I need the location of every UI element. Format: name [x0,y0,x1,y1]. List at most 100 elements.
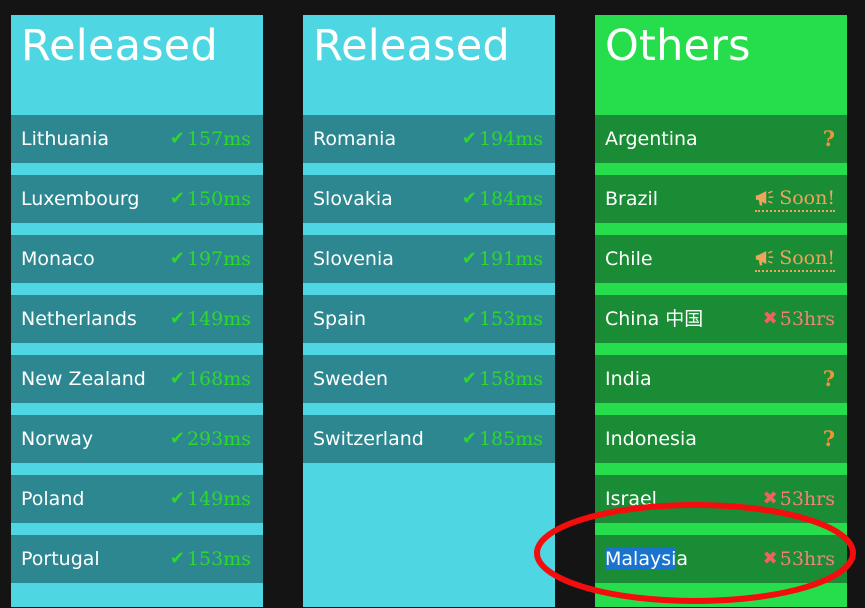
status-value: 168ms [186,368,251,390]
row-status: ✔ 158ms [462,368,543,390]
check-icon: ✔ [461,188,477,209]
row-country-name: Chile [605,248,653,270]
row-country-name: Argentina [605,128,698,150]
status-value: 153ms [478,308,543,330]
cross-icon: ✖ [762,308,778,329]
table-row[interactable]: Switzerland ✔ 185ms [303,415,555,463]
column-header: Released [11,15,263,115]
row-country-name: Romania [313,128,397,150]
status-value: 149ms [186,308,251,330]
status-value: 184ms [478,188,543,210]
table-row[interactable]: Malaysia ✖ 53hrs [595,535,847,583]
table-row[interactable]: Norway ✔ 293ms [11,415,263,463]
row-status: ? [823,128,835,150]
check-icon: ✔ [169,188,185,209]
table-row[interactable]: Poland ✔ 149ms [11,475,263,523]
table-row[interactable]: Lithuania ✔ 157ms [11,115,263,163]
row-country-name: Slovakia [313,188,393,210]
check-icon: ✔ [461,428,477,449]
table-row[interactable]: Netherlands ✔ 149ms [11,295,263,343]
coming-soon-badge[interactable]: Soon! [755,247,835,272]
row-country-name: Israel [605,488,657,510]
row-status: Soon! [755,247,835,272]
row-country-name: Slovenia [313,248,394,270]
check-icon: ✔ [169,428,185,449]
question-mark-icon: ? [822,426,835,451]
row-status: ✔ 153ms [170,548,251,570]
column-row-list: Lithuania ✔ 157ms Luxembourg ✔ 150ms Monaco ✔ 19… [11,115,263,607]
row-country-name: Luxembourg [21,188,140,210]
status-value: 197ms [186,248,251,270]
table-row[interactable]: Chile Soon! [595,235,847,283]
row-status: ? [823,368,835,390]
cross-icon: ✖ [762,548,778,569]
table-row[interactable]: Luxembourg ✔ 150ms [11,175,263,223]
row-status: ✔ 185ms [462,428,543,450]
check-icon: ✔ [169,488,185,509]
status-value: 53hrs [779,308,835,330]
check-icon: ✔ [461,248,477,269]
status-value: 53hrs [779,548,835,570]
column-others-3: Others Argentina? Brazil Soon! Chile Soon! Chi… [595,15,847,607]
column-row-list: Romania ✔ 194ms Slovakia ✔ 184ms Slovenia ✔ 191m… [303,115,555,607]
row-country-name: Indonesia [605,428,697,450]
table-row[interactable]: Argentina? [595,115,847,163]
table-row[interactable]: Spain ✔ 153ms [303,295,555,343]
column-row-list: Argentina? Brazil Soon! Chile Soon! China 中国 ✖… [595,115,847,607]
check-icon: ✔ [169,248,185,269]
check-icon: ✔ [169,308,185,329]
row-country-name: Brazil [605,188,659,210]
megaphone-icon [756,190,774,205]
status-value: 191ms [478,248,543,270]
check-icon: ✔ [169,548,185,569]
row-country-name: China 中国 [605,308,704,330]
column-released-1: Released Lithuania ✔ 157ms Luxembourg ✔ 150ms M… [11,15,263,607]
row-status: ✔ 191ms [462,248,543,270]
table-row[interactable]: Israel ✖ 53hrs [595,475,847,523]
row-status: ✔ 184ms [462,188,543,210]
question-mark-icon: ? [822,366,835,391]
check-icon: ✔ [461,128,477,149]
row-status: Soon! [755,187,835,212]
row-country-name: India [605,368,652,390]
coming-soon-badge[interactable]: Soon! [755,187,835,212]
check-icon: ✔ [169,128,185,149]
status-value: 149ms [186,488,251,510]
row-country-name: Poland [21,488,85,510]
table-row[interactable]: Portugal ✔ 153ms [11,535,263,583]
comparison-board: Released Lithuania ✔ 157ms Luxembourg ✔ 150ms M… [0,0,865,608]
status-value: 157ms [186,128,251,150]
table-row[interactable]: India? [595,355,847,403]
row-country-name: Norway [21,428,94,450]
status-value: Soon! [779,186,835,209]
row-status: ✔ 197ms [170,248,251,270]
table-row[interactable]: Indonesia? [595,415,847,463]
row-status: ✔ 150ms [170,188,251,210]
table-row[interactable]: Sweden ✔ 158ms [303,355,555,403]
table-row[interactable]: New Zealand ✔ 168ms [11,355,263,403]
status-value: 150ms [186,188,251,210]
check-icon: ✔ [461,308,477,329]
row-country-name-tail: a [676,548,689,570]
question-mark-icon: ? [822,126,835,151]
status-value: 153ms [186,548,251,570]
row-country-name: Monaco [21,248,95,270]
row-country-name: Lithuania [21,128,110,150]
check-icon: ✔ [461,368,477,389]
row-country-name: New Zealand [21,368,146,390]
status-value: 185ms [478,428,543,450]
table-row[interactable]: Slovakia ✔ 184ms [303,175,555,223]
table-row[interactable]: Brazil Soon! [595,175,847,223]
table-row[interactable]: Slovenia ✔ 191ms [303,235,555,283]
table-row[interactable]: Monaco ✔ 197ms [11,235,263,283]
column-released-2: Released Romania ✔ 194ms Slovakia ✔ 184ms Slove… [303,15,555,607]
status-value: Soon! [779,246,835,269]
row-status: ✔ 168ms [170,368,251,390]
row-status: ✖ 53hrs [763,308,835,330]
row-country-name: Malaysia [605,548,688,570]
row-status: ✔ 149ms [170,488,251,510]
status-value: 53hrs [779,488,835,510]
row-country-name: Sweden [313,368,389,390]
table-row[interactable]: Romania ✔ 194ms [303,115,555,163]
table-row[interactable]: China 中国 ✖ 53hrs [595,295,847,343]
